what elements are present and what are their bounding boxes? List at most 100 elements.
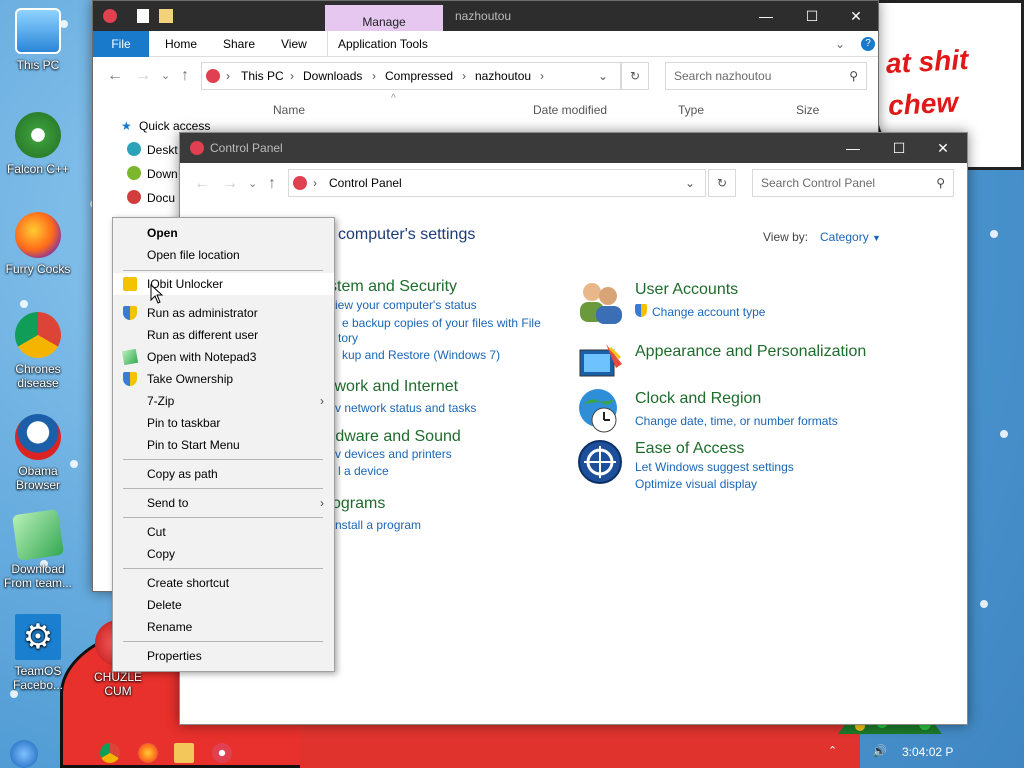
menu-item-pin-to-start-menu[interactable]: Pin to Start Menu [113,434,334,456]
link-backup-restore[interactable]: kup and Restore (Windows 7) [342,348,500,362]
forward-arrow-icon[interactable]: → [135,67,151,85]
desktop-icon-obama-browser[interactable]: Obama Browser [0,414,76,492]
breadcrumb-this-pc[interactable]: This PC [241,63,284,89]
menu-item-create-shortcut[interactable]: Create shortcut [113,572,334,594]
desktop-icon-falcon[interactable]: Falcon C++ [0,112,76,176]
menu-item-properties[interactable]: Properties [113,645,334,667]
menu-item-send-to[interactable]: Send to › [113,492,334,514]
nav-quick-access[interactable]: Quick access [139,119,210,133]
desktop-icon-download[interactable]: Download From team... [0,509,76,590]
link-change-account-type[interactable]: Change account type [652,305,765,319]
menu-item-cut[interactable]: Cut [113,521,334,543]
up-arrow-icon[interactable]: ↑ [268,175,276,193]
breadcrumb-compressed[interactable]: Compressed [385,63,453,89]
category-network-internet[interactable]: twork and Internet [330,378,458,396]
link-change-date-time[interactable]: Change date, time, or number formats [635,414,838,428]
category-clock-region[interactable]: Clock and Region [635,390,761,408]
firefox-icon[interactable] [138,743,158,763]
link-computer-status[interactable]: iew your computer's status [335,298,477,312]
tab-application-tools[interactable]: Application Tools [327,31,438,57]
link-optimize-visual-display[interactable]: Optimize visual display [635,477,757,491]
chevron-down-icon[interactable]: ⌄ [598,63,608,89]
category-system-security[interactable]: stem and Security [329,278,457,296]
taskbar-clock[interactable]: 3:04:02 P [902,745,953,759]
menu-item-copy[interactable]: Copy [113,543,334,565]
menu-item-7-zip[interactable]: 7-Zip › [113,390,334,412]
link-add-device[interactable]: l a device [338,464,389,478]
tab-view[interactable]: View [271,31,317,57]
minimize-button[interactable]: — [830,133,876,163]
explorer-title-bar[interactable]: Manage nazhoutou — ☐ ✕ [93,1,879,37]
new-folder-icon[interactable] [159,9,173,23]
control-panel-icon[interactable] [212,743,232,763]
desktop-icon-teamos[interactable]: ⚙ TeamOS Facebo... [0,614,76,692]
menu-item-iobit-unlocker[interactable]: IObit Unlocker [113,273,334,295]
menu-item-delete[interactable]: Delete [113,594,334,616]
back-arrow-icon[interactable]: ← [194,175,210,193]
refresh-button[interactable]: ↻ [708,169,736,197]
menu-item-run-as-different-user[interactable]: Run as different user [113,324,334,346]
nav-item-desktop[interactable]: Deskt [147,143,178,157]
breadcrumb-downloads[interactable]: Downloads [303,63,362,89]
tab-share[interactable]: Share [213,31,265,57]
address-bar[interactable]: › Control Panel ⌄ [288,169,706,197]
chrome-icon[interactable] [100,743,120,763]
category-user-accounts[interactable]: User Accounts [635,281,738,299]
column-date-modified[interactable]: Date modified [533,103,607,117]
link-file-history-cont[interactable]: tory [338,331,358,345]
help-icon[interactable]: ? [861,37,875,51]
start-button[interactable] [10,740,38,768]
category-appearance-personalization[interactable]: Appearance and Personalization [635,343,866,361]
address-bar[interactable]: › This PC › Downloads › Compressed › naz… [201,62,621,90]
view-by-dropdown[interactable]: Category ▼ [820,230,881,244]
tab-home[interactable]: Home [155,31,207,57]
up-arrow-icon[interactable]: ↑ [181,67,189,85]
chevron-down-icon[interactable]: ⌄ [835,37,845,51]
menu-item-take-ownership[interactable]: Take Ownership [113,368,334,390]
search-input[interactable]: Search nazhoutou ⚲ [665,62,867,90]
chevron-down-icon[interactable]: ⌄ [685,170,695,196]
breadcrumb-nazhoutou[interactable]: nazhoutou [475,63,531,89]
category-hardware-sound[interactable]: rdware and Sound [330,428,461,446]
desktop-icon-chrome[interactable]: Chrones disease [0,312,76,390]
forward-arrow-icon[interactable]: → [222,175,238,193]
category-programs[interactable]: ograms [332,495,385,513]
link-network-status[interactable]: v network status and tasks [335,401,476,415]
back-arrow-icon[interactable]: ← [107,67,123,85]
column-size[interactable]: Size [796,103,819,117]
menu-item-pin-to-taskbar[interactable]: Pin to taskbar [113,412,334,434]
category-ease-of-access[interactable]: Ease of Access [635,440,744,458]
desktop-icon-this-pc[interactable]: This PC [0,8,76,72]
desktop-icon-firefox[interactable]: Furry Cocks [0,212,76,276]
breadcrumb-control-panel[interactable]: Control Panel [329,170,402,196]
menu-item-open-file-location[interactable]: Open file location [113,244,334,266]
nav-item-downloads[interactable]: Down [147,167,178,181]
volume-icon[interactable]: 🔊 [872,744,887,758]
control-panel-title-bar[interactable]: Control Panel — ☐ ✕ [180,133,967,163]
close-button[interactable]: ✕ [833,1,879,31]
column-name[interactable]: Name [273,103,305,117]
file-explorer-icon[interactable] [174,743,194,763]
refresh-button[interactable]: ↻ [621,62,649,90]
column-type[interactable]: Type [678,103,704,117]
minimize-button[interactable]: — [743,1,789,31]
link-file-history[interactable]: e backup copies of your files with File [342,316,541,330]
properties-icon[interactable] [137,9,149,23]
tab-file[interactable]: File [93,31,149,57]
chevron-up-icon[interactable]: ⌃ [828,744,837,757]
menu-item-open[interactable]: Open [113,222,334,244]
search-input[interactable]: Search Control Panel ⚲ [752,169,954,197]
link-windows-suggest-settings[interactable]: Let Windows suggest settings [635,460,794,474]
context-menu[interactable]: Open Open file location IObit Unlocker R… [112,217,335,672]
chevron-down-icon[interactable]: ⌄ [248,177,257,190]
maximize-button[interactable]: ☐ [789,1,835,31]
menu-item-rename[interactable]: Rename [113,616,334,638]
link-devices-printers[interactable]: v devices and printers [335,447,452,461]
menu-item-open-with-notepad3[interactable]: Open with Notepad3 [113,346,334,368]
link-uninstall-program[interactable]: nstall a program [335,518,421,532]
menu-item-copy-as-path[interactable]: Copy as path [113,463,334,485]
maximize-button[interactable]: ☐ [876,133,922,163]
menu-item-run-as-administrator[interactable]: Run as administrator [113,302,334,324]
nav-item-documents[interactable]: Docu [147,191,175,205]
close-button[interactable]: ✕ [920,133,966,163]
